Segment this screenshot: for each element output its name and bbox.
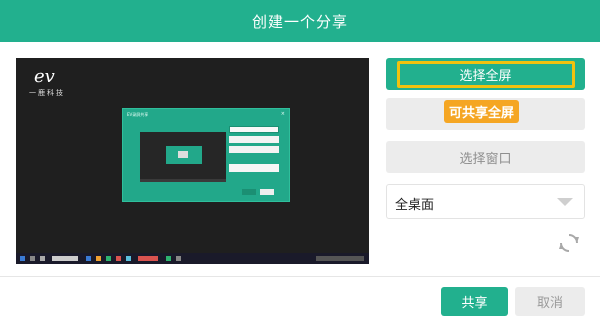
desktop-select[interactable]: 全桌面 [386, 184, 585, 219]
desktop-select-value: 全桌面 [395, 198, 435, 213]
taskbar-icon [116, 256, 121, 261]
taskbar-icon [96, 256, 101, 261]
inner-window-close-icon: × [280, 111, 285, 117]
inner-window-mini-preview [166, 146, 202, 164]
share-fullscreen-callout: 可共享全屏 [444, 100, 520, 123]
ev-logo-mark: ev [34, 66, 55, 87]
select-fullscreen-button[interactable]: 选择全屏 [386, 58, 585, 90]
inner-window-cancel-button [260, 189, 274, 195]
footer-divider [0, 276, 600, 277]
taskbar-icon [106, 256, 111, 261]
inner-window-select [229, 164, 279, 172]
screen-preview: ev 一鹿科技 EV录屏共享 × [16, 58, 369, 264]
taskbar-tray [316, 256, 364, 261]
taskbar-icon [40, 256, 45, 261]
cancel-label: 取消 [536, 296, 563, 311]
taskbar-icon [86, 256, 91, 261]
inner-window-fullscreen-button [229, 126, 279, 133]
ev-logo-text: 一鹿科技 [29, 89, 65, 97]
taskbar-icon [126, 256, 131, 261]
dialog-title-bar: 创建一个分享 [0, 0, 600, 42]
preview-inner-window: EV录屏共享 × [122, 108, 290, 202]
inner-window-window-button [229, 146, 279, 153]
taskbar-app [138, 256, 158, 261]
inner-window-screen [140, 132, 226, 182]
inner-window-taskbar [140, 179, 226, 182]
start-icon [20, 256, 25, 261]
inner-window-share-button [242, 189, 256, 195]
inner-window-blank-button [229, 136, 279, 143]
taskbar-icon [176, 256, 181, 261]
chevron-down-icon [557, 198, 573, 206]
refresh-icon[interactable] [559, 233, 579, 253]
inner-window-title: EV录屏共享 [127, 112, 149, 117]
share-button[interactable]: 共享 [441, 287, 508, 316]
taskbar-search-box [52, 256, 78, 261]
select-fullscreen-label: 选择全屏 [459, 68, 512, 84]
taskbar-icon [30, 256, 35, 261]
preview-taskbar [16, 253, 369, 264]
select-window-button[interactable]: 选择窗口 [386, 141, 585, 173]
dialog-title: 创建一个分享 [251, 12, 348, 31]
select-window-label: 选择窗口 [459, 151, 512, 167]
share-label: 共享 [461, 296, 488, 311]
taskbar-icon [166, 256, 171, 261]
cancel-button[interactable]: 取消 [515, 287, 585, 316]
